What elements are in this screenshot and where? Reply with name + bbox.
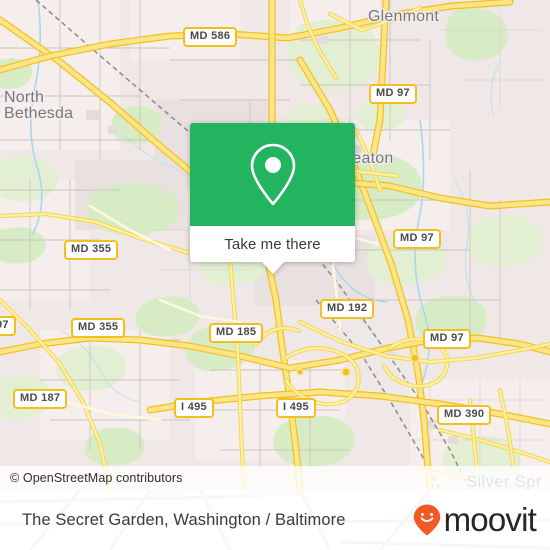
highway-shield-md-586: MD 586 <box>183 27 238 47</box>
moovit-brand: moovit <box>412 501 537 538</box>
moovit-smiley-pin-icon <box>413 504 440 536</box>
popup-tail <box>261 262 284 274</box>
popup-footer[interactable]: Take me there <box>190 226 355 274</box>
highway-shield-md-97-north: MD 97 <box>369 84 417 104</box>
popup-header <box>190 123 355 226</box>
moovit-wordmark: moovit <box>443 501 537 538</box>
bottom-bar: The Secret Garden, Washington / Baltimor… <box>0 490 550 550</box>
place-title: The Secret Garden, Washington / Baltimor… <box>22 510 346 529</box>
highway-shield-md-97-south: MD 97 <box>423 329 471 349</box>
moovit-map-screenshot: .pk { fill:#d7ecc4; } .pk2{ fill:#e2efd3… <box>0 0 550 550</box>
highway-shield-97-edge: 97 <box>0 316 16 336</box>
highway-shield-md-187: MD 187 <box>13 389 68 409</box>
location-popup[interactable]: Take me there <box>190 123 355 274</box>
highway-shield-md-192: MD 192 <box>320 299 375 319</box>
take-me-there-label: Take me there <box>224 235 321 253</box>
highway-shield-md-97-mid: MD 97 <box>393 229 441 249</box>
map-canvas[interactable]: .pk { fill:#d7ecc4; } .pk2{ fill:#e2efd3… <box>0 0 550 490</box>
map-pin-icon <box>250 143 295 205</box>
osm-attribution[interactable]: © OpenStreetMap contributors <box>0 466 550 490</box>
osm-attribution-text: © OpenStreetMap contributors <box>10 471 183 485</box>
highway-shield-md-355-upper: MD 355 <box>64 240 119 260</box>
highway-shield-md-390: MD 390 <box>437 405 492 425</box>
highway-shield-i-495-east: I 495 <box>276 398 316 418</box>
highway-shield-md-185: MD 185 <box>209 323 264 343</box>
highway-shield-i-495-west: I 495 <box>174 398 214 418</box>
highway-shield-md-355-lower: MD 355 <box>71 318 126 338</box>
